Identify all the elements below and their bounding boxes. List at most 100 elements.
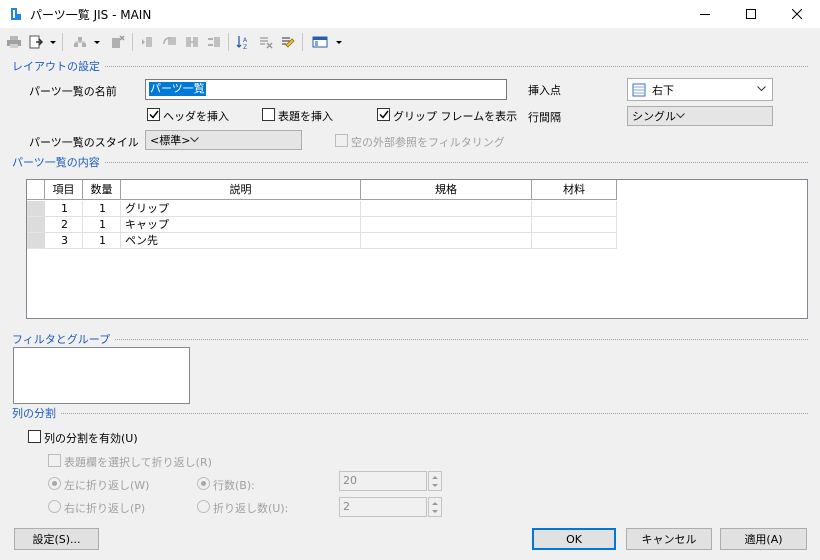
clear-button[interactable]	[256, 32, 276, 52]
table-cell-spec[interactable]	[361, 233, 532, 249]
table-cell-qty[interactable]: 1	[83, 233, 121, 249]
table-cell-qty[interactable]: 1	[83, 201, 121, 217]
spin-up-icon[interactable]	[432, 502, 438, 505]
table-position-icon	[632, 83, 646, 96]
maximize-button[interactable]	[728, 0, 774, 28]
wrap-right-label[interactable]: 右に折り返し(P)	[64, 500, 145, 516]
title-checkbox-label[interactable]: 表題を挿入	[278, 108, 333, 124]
spin-up-icon[interactable]	[432, 476, 438, 479]
grip-frame-checkbox[interactable]	[377, 108, 390, 121]
column-header-description[interactable]: 説明	[121, 180, 361, 200]
link-button[interactable]	[70, 32, 90, 52]
cancel-button[interactable]: キャンセル	[626, 528, 712, 550]
wrap-count-label[interactable]: 折り返し数(U):	[213, 500, 288, 516]
column-header-material[interactable]: 材料	[532, 180, 617, 200]
row-selector[interactable]	[27, 233, 45, 249]
table-cell-qty[interactable]: 1	[83, 217, 121, 233]
parts-list-grid[interactable]: 項目 数量 説明 規格 材料 1 1 グリップ 2 1 キャップ 3 1 ペン先	[26, 179, 808, 319]
close-button[interactable]	[774, 0, 820, 28]
table-cell-material[interactable]	[532, 233, 617, 249]
wrap-count-radio[interactable]	[197, 500, 210, 513]
filter-group-title: フィルタとグループ	[12, 331, 115, 347]
select-title-wrap-checkbox[interactable]	[48, 454, 61, 467]
svg-text:Z: Z	[243, 44, 247, 50]
checkmark-icon	[378, 110, 389, 119]
title-checkbox[interactable]	[262, 108, 275, 121]
table-cell-description[interactable]: キャップ	[121, 217, 361, 233]
table-cell-spec[interactable]	[361, 217, 532, 233]
enable-split-label[interactable]: 列の分割を有効(U)	[44, 430, 138, 446]
toolbar-separator	[302, 33, 303, 51]
export-dropdown-icon[interactable]	[50, 41, 56, 44]
grid-header: 項目 数量 説明 規格 材料	[27, 180, 617, 200]
column-header-spec[interactable]: 規格	[361, 180, 532, 200]
wrap-left-label[interactable]: 左に折り返し(W)	[64, 477, 149, 493]
print-icon	[7, 36, 21, 48]
print-button[interactable]	[4, 32, 24, 52]
wrap-left-radio[interactable]	[48, 477, 61, 490]
row-spacing-select[interactable]: シングル	[627, 106, 773, 126]
wrap-count-input[interactable]: 2	[339, 497, 427, 517]
filter-empty-xref-checkbox[interactable]	[335, 134, 348, 147]
row-selector[interactable]	[27, 201, 45, 217]
table-cell-material[interactable]	[532, 201, 617, 217]
table-cell-item[interactable]: 2	[45, 217, 83, 233]
maximize-icon	[746, 9, 756, 19]
link-dropdown-icon[interactable]	[94, 41, 100, 44]
apply-button[interactable]: 適用(A)	[720, 528, 807, 550]
move-column-button[interactable]	[182, 32, 202, 52]
row-selector[interactable]	[27, 217, 45, 233]
merge-button[interactable]	[204, 32, 224, 52]
view-options-button[interactable]	[310, 32, 330, 52]
table-cell-description[interactable]: グリップ	[121, 201, 361, 217]
filter-group-list[interactable]	[13, 347, 190, 404]
column-header-qty[interactable]: 数量	[83, 180, 121, 200]
header-checkbox[interactable]	[147, 108, 160, 121]
column-header-item[interactable]: 項目	[45, 180, 83, 200]
link-icon	[74, 37, 86, 47]
table-cell-material[interactable]	[532, 217, 617, 233]
filter-empty-xref-label[interactable]: 空の外部参照をフィルタリング	[351, 134, 505, 150]
minimize-button[interactable]	[682, 0, 728, 28]
table-cell-item[interactable]: 1	[45, 201, 83, 217]
edit-button[interactable]	[278, 32, 298, 52]
insert-column-right-icon	[163, 37, 176, 45]
wrap-right-radio[interactable]	[48, 500, 61, 513]
spin-down-icon[interactable]	[432, 510, 438, 513]
enable-split-checkbox[interactable]	[28, 430, 41, 443]
table-cell-description[interactable]: ペン先	[121, 233, 361, 249]
ok-button[interactable]: OK	[532, 528, 616, 550]
name-input[interactable]: パーツ一覧	[145, 79, 507, 100]
table-cell-spec[interactable]	[361, 201, 532, 217]
spin-down-icon[interactable]	[432, 484, 438, 487]
table-cell-item[interactable]: 3	[45, 233, 83, 249]
insert-column-right-button[interactable]	[160, 32, 180, 52]
chevron-down-icon	[190, 137, 200, 143]
view-options-dropdown-icon[interactable]	[336, 41, 342, 44]
checkmark-icon	[148, 110, 159, 119]
svg-text:A: A	[243, 37, 248, 44]
filter-group-line	[12, 339, 808, 340]
move-column-icon	[186, 37, 198, 47]
rows-count-radio[interactable]	[197, 477, 210, 490]
export-button[interactable]	[26, 32, 46, 52]
style-select[interactable]: <標準>	[145, 130, 302, 150]
rows-count-label[interactable]: 行数(B):	[213, 477, 255, 493]
split-group-line	[12, 413, 808, 414]
sort-button[interactable]: AZ	[234, 32, 254, 52]
name-label: パーツ一覧の名前	[29, 85, 117, 98]
wrap-count-spinner[interactable]	[428, 497, 442, 517]
rows-count-spinner[interactable]	[428, 471, 442, 491]
contents-group-title: パーツ一覧の内容	[12, 154, 104, 170]
settings-button[interactable]: 設定(S)...	[14, 528, 99, 550]
header-checkbox-label[interactable]: ヘッダを挿入	[163, 108, 229, 124]
grip-frame-checkbox-label[interactable]: グリップ フレームを表示	[393, 108, 517, 124]
select-title-wrap-label[interactable]: 表題欄を選択して折り返し(R)	[64, 454, 212, 470]
insert-point-select[interactable]: 右下	[627, 78, 773, 101]
rows-count-input[interactable]: 20	[339, 471, 427, 491]
chevron-down-icon	[757, 85, 766, 91]
insert-column-left-button[interactable]	[138, 32, 158, 52]
delete-column-button[interactable]	[108, 32, 128, 52]
insert-point-label: 挿入点	[528, 84, 561, 97]
title-bar[interactable]: パーツ一覧 JIS - MAIN	[0, 0, 820, 28]
